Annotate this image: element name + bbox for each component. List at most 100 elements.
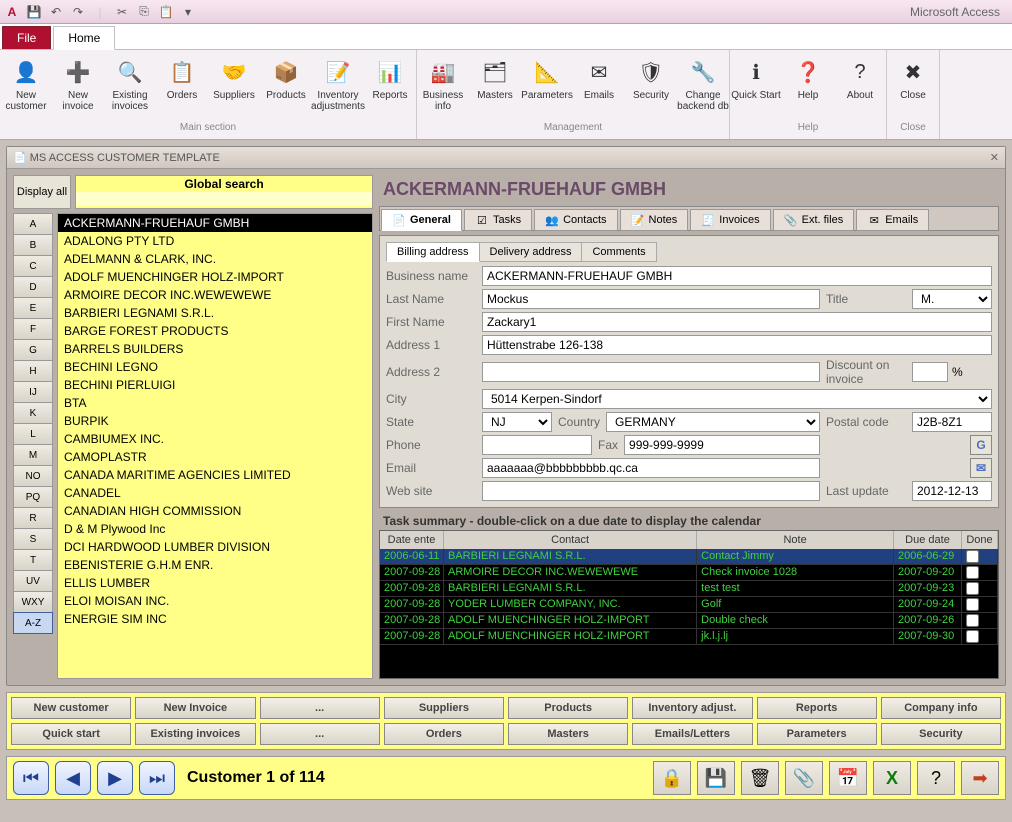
tab-notes[interactable]: 📝Notes	[620, 209, 689, 231]
phone-input[interactable]	[482, 435, 592, 455]
ribbon-quick-start[interactable]: ℹQuick Start	[730, 54, 782, 120]
subtab-delivery-address[interactable]: Delivery address	[479, 242, 583, 262]
bottom-new-customerbutton[interactable]: New customer	[11, 697, 131, 719]
list-item[interactable]: BARGE FOREST PRODUCTS	[58, 322, 372, 340]
az-filter-e[interactable]: E	[13, 297, 53, 319]
website-input[interactable]	[482, 481, 820, 501]
tab-ext-files[interactable]: 📎Ext. files	[773, 209, 855, 231]
ribbon-emails[interactable]: ✉Emails	[573, 54, 625, 120]
redo-icon[interactable]: ↷	[70, 4, 86, 20]
az-filter-f[interactable]: F	[13, 318, 53, 340]
bottom-reportsbutton[interactable]: Reports	[757, 697, 877, 719]
list-item[interactable]: ELOI MOISAN INC.	[58, 592, 372, 610]
list-item[interactable]: ADALONG PTY LTD	[58, 232, 372, 250]
list-item[interactable]: DCI HARDWOOD LUMBER DIVISION	[58, 538, 372, 556]
cut-icon[interactable]: ✂	[114, 4, 130, 20]
ribbon-business-info[interactable]: 🏭Business info	[417, 54, 469, 120]
bottom-existing-invoicesbutton[interactable]: Existing invoices	[135, 723, 255, 745]
nav-first-button[interactable]: ⏮	[13, 761, 49, 795]
az-filter-uv[interactable]: UV	[13, 570, 53, 592]
bottom-emails-lettersbutton[interactable]: Emails/Letters	[632, 723, 752, 745]
ribbon-parameters[interactable]: 📐Parameters	[521, 54, 573, 120]
az-filter-pq[interactable]: PQ	[13, 486, 53, 508]
done-checkbox[interactable]	[966, 614, 979, 627]
global-search-input[interactable]	[76, 192, 372, 206]
nav-prev-button[interactable]: ◀	[55, 761, 91, 795]
bottom-ordersbutton[interactable]: Orders	[384, 723, 504, 745]
exit-button[interactable]: ➡	[961, 761, 999, 795]
qat-dropdown-icon[interactable]: ▾	[180, 4, 196, 20]
subtab-billing-address[interactable]: Billing address	[386, 242, 480, 262]
ribbon-masters[interactable]: 🗂Masters	[469, 54, 521, 120]
ribbon-existing-invoices[interactable]: 🔍Existing invoices	[104, 54, 156, 120]
discount-input[interactable]	[912, 362, 948, 382]
ribbon-close[interactable]: ✖Close	[887, 54, 939, 120]
col-done[interactable]: Done	[962, 531, 998, 549]
az-filter-a-z[interactable]: A-Z	[13, 612, 53, 634]
lock-button[interactable]: 🔒	[653, 761, 691, 795]
az-filter-h[interactable]: H	[13, 360, 53, 382]
bottom--button[interactable]: ...	[260, 723, 380, 745]
tab-contacts[interactable]: 👥Contacts	[534, 209, 617, 231]
first-name-input[interactable]	[482, 312, 992, 332]
save-button[interactable]: 💾	[697, 761, 735, 795]
bottom-inventory-adjust-button[interactable]: Inventory adjust.	[632, 697, 752, 719]
az-filter-no[interactable]: NO	[13, 465, 53, 487]
done-checkbox[interactable]	[966, 566, 979, 579]
az-filter-s[interactable]: S	[13, 528, 53, 550]
done-checkbox[interactable]	[966, 598, 979, 611]
task-summary-grid[interactable]: Date ente Contact Note Due date Done 200…	[379, 530, 999, 679]
google-button[interactable]: G	[970, 435, 992, 455]
table-row[interactable]: 2007-09-28YODER LUMBER COMPANY, INC.Golf…	[380, 597, 998, 613]
az-filter-g[interactable]: G	[13, 339, 53, 361]
az-filter-d[interactable]: D	[13, 276, 53, 298]
ribbon-help[interactable]: ❓Help	[782, 54, 834, 120]
bottom-productsbutton[interactable]: Products	[508, 697, 628, 719]
nav-last-button[interactable]: ⏭	[139, 761, 175, 795]
list-item[interactable]: CANADA MARITIME AGENCIES LIMITED	[58, 466, 372, 484]
calendar-button[interactable]: 📅	[829, 761, 867, 795]
col-note[interactable]: Note	[697, 531, 894, 549]
copy-icon[interactable]: ⎘	[136, 4, 152, 20]
list-item[interactable]: ELLIS LUMBER	[58, 574, 372, 592]
undo-icon[interactable]: ↶	[48, 4, 64, 20]
az-filter-r[interactable]: R	[13, 507, 53, 529]
table-row[interactable]: 2007-09-28ADOLF MUENCHINGER HOLZ-IMPORTD…	[380, 613, 998, 629]
bottom-new-invoicebutton[interactable]: New Invoice	[135, 697, 255, 719]
col-contact[interactable]: Contact	[444, 531, 697, 549]
az-filter-m[interactable]: M	[13, 444, 53, 466]
az-filter-wxy[interactable]: WXY	[13, 591, 53, 613]
az-filter-l[interactable]: L	[13, 423, 53, 445]
bottom-securitybutton[interactable]: Security	[881, 723, 1001, 745]
az-filter-t[interactable]: T	[13, 549, 53, 571]
tab-tasks[interactable]: ☑Tasks	[464, 209, 532, 231]
list-item[interactable]: CANADEL	[58, 484, 372, 502]
email-input[interactable]	[482, 458, 820, 478]
save-icon[interactable]: 💾	[26, 4, 42, 20]
bottom-company-infobutton[interactable]: Company info	[881, 697, 1001, 719]
list-item[interactable]: ACKERMANN-FRUEHAUF GMBH	[58, 214, 372, 232]
close-icon[interactable]: ✕	[990, 151, 999, 164]
tab-file[interactable]: File	[2, 26, 51, 49]
excel-button[interactable]: X	[873, 761, 911, 795]
ribbon-products[interactable]: 📦Products	[260, 54, 312, 120]
list-item[interactable]: BURPIK	[58, 412, 372, 430]
ribbon-about[interactable]: ?About	[834, 54, 886, 120]
ribbon-new-customer[interactable]: 👤New customer	[0, 54, 52, 120]
table-row[interactable]: 2007-09-28ARMOIRE DECOR INC.WEWEWEWEChec…	[380, 565, 998, 581]
col-due[interactable]: Due date	[894, 531, 962, 549]
tab-home[interactable]: Home	[53, 26, 115, 50]
list-item[interactable]: BECHINI PIERLUIGI	[58, 376, 372, 394]
list-item[interactable]: BECHINI LEGNO	[58, 358, 372, 376]
bottom-mastersbutton[interactable]: Masters	[508, 723, 628, 745]
done-checkbox[interactable]	[966, 550, 979, 563]
table-row[interactable]: 2006-06-11BARBIERI LEGNAMI S.R.L.Contact…	[380, 549, 998, 565]
nav-next-button[interactable]: ▶	[97, 761, 133, 795]
list-item[interactable]: ARMOIRE DECOR INC.WEWEWEWE	[58, 286, 372, 304]
postal-input[interactable]	[912, 412, 992, 432]
tab-general[interactable]: 📄General	[381, 209, 462, 231]
business-name-input[interactable]	[482, 266, 992, 286]
state-select[interactable]: NJ	[482, 412, 552, 432]
list-item[interactable]: BARRELS BUILDERS	[58, 340, 372, 358]
done-checkbox[interactable]	[966, 630, 979, 643]
